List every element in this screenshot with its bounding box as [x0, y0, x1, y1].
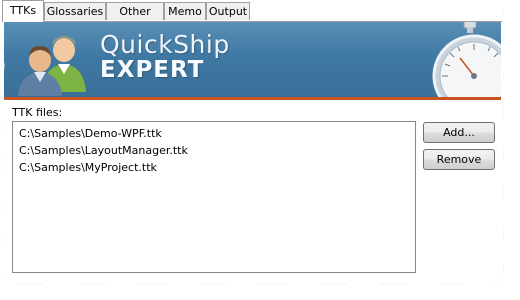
people-icon — [18, 36, 86, 96]
tab-glossaries[interactable]: Glossaries — [44, 2, 106, 20]
tab-memo[interactable]: Memo — [164, 2, 206, 20]
ttk-dialog-window: TTKs Glossaries Other files Memo Output … — [2, 0, 504, 284]
tab-other-files[interactable]: Other files — [106, 2, 164, 36]
product-logo-text: QuickShip EXPERT — [100, 32, 230, 82]
list-item[interactable]: C:\Samples\LayoutManager.ttk — [13, 142, 415, 159]
ttk-files-list[interactable]: C:\Samples\Demo-WPF.ttk C:\Samples\Layou… — [12, 121, 416, 273]
ttk-files-label: TTK files: — [12, 106, 63, 119]
banner-accent-line — [4, 97, 501, 100]
stopwatch-icon — [432, 22, 501, 97]
remove-button[interactable]: Remove — [423, 149, 495, 170]
logo-line-quickship: QuickShip — [100, 30, 230, 59]
add-button[interactable]: Add... — [423, 122, 495, 143]
tab-strip: TTKs Glossaries Other files Memo Output — [2, 0, 502, 36]
tab-ttks[interactable]: TTKs — [2, 0, 44, 22]
logo-line-expert: EXPERT — [100, 57, 205, 83]
tab-output[interactable]: Output — [206, 2, 250, 20]
product-banner: QuickShip EXPERT — [4, 22, 501, 97]
list-item[interactable]: C:\Samples\Demo-WPF.ttk — [13, 125, 415, 142]
list-item[interactable]: C:\Samples\MyProject.ttk — [13, 159, 415, 176]
